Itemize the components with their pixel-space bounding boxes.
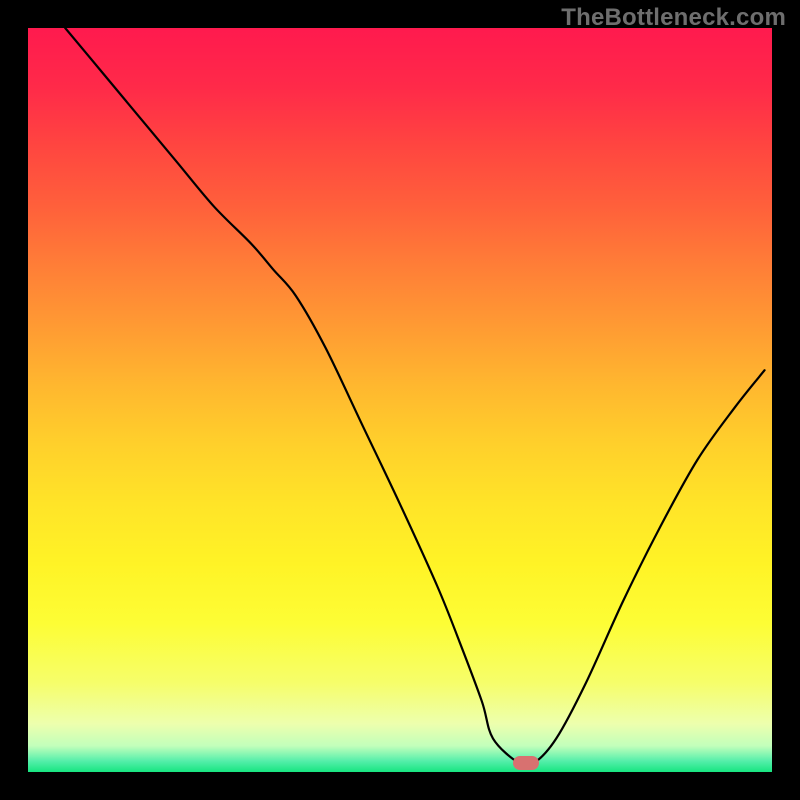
plot-area bbox=[28, 28, 772, 772]
attribution-watermark: TheBottleneck.com bbox=[561, 4, 786, 32]
optimal-marker bbox=[513, 756, 539, 770]
chart-svg bbox=[28, 28, 772, 772]
chart-frame: TheBottleneck.com bbox=[0, 0, 800, 800]
gradient-background bbox=[28, 28, 772, 772]
